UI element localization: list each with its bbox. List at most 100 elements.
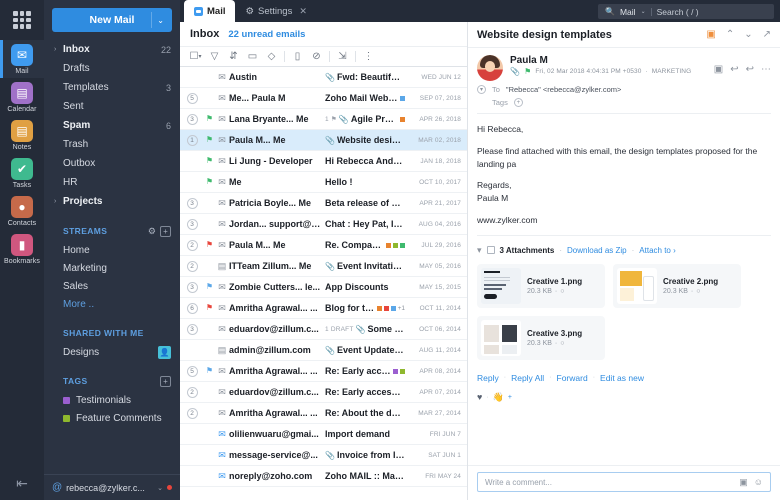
rail-item-contacts[interactable]: ● Contacts — [0, 192, 44, 230]
attachments-checkbox[interactable] — [486, 246, 495, 254]
next-message-icon[interactable]: ⌄ — [744, 29, 752, 40]
table-row[interactable]: 3 ⚑ ✉ Zombie Cutters... le... App Discounts M… — [180, 277, 467, 298]
table-row[interactable]: 3 ✉ Patricia Boyle... Me Beta release of ap… — [180, 193, 467, 214]
flag-icon[interactable]: ⚑ — [204, 241, 215, 249]
flag-icon[interactable]: ⚑ — [204, 304, 215, 312]
sidebar-item-templates[interactable]: Templates 3 — [44, 78, 180, 97]
sort-icon[interactable]: ⇵ — [224, 47, 243, 66]
flag-icon[interactable]: ⚑ — [204, 157, 215, 165]
apps-grid-icon[interactable] — [10, 8, 34, 32]
rail-item-calendar[interactable]: ▤ Calendar — [0, 78, 44, 116]
stream-item-more[interactable]: More .. — [44, 295, 180, 313]
flag-icon[interactable]: ⚑ — [524, 67, 531, 76]
chevron-down-icon[interactable]: ⌄ — [641, 8, 646, 15]
tab-mail[interactable]: Mail — [184, 0, 236, 22]
tag-item-testimonials[interactable]: Testimonials — [44, 391, 180, 409]
chevron-right-icon[interactable]: › — [54, 198, 63, 205]
close-icon[interactable]: ✕ — [299, 6, 307, 17]
new-mail-button[interactable]: New Mail ⌄ — [52, 8, 172, 32]
collapse-panel-icon[interactable]: ⇤ — [16, 475, 28, 500]
sidebar-item-inbox[interactable]: › Inbox 22 — [44, 40, 180, 59]
account-switcher[interactable]: @ rebecca@zylker.c... ⌄ — [44, 474, 180, 500]
sidebar-item-hr[interactable]: HR — [44, 173, 180, 192]
table-row[interactable]: 1⚑✉Paula M... Me 📎Website design temp... M… — [180, 130, 467, 151]
table-row[interactable]: 2⚑✉Paula M... Me Re. Comparison ... JUL 29… — [180, 235, 467, 256]
reply-all-icon[interactable]: ↩ — [746, 64, 754, 75]
select-all-checkbox[interactable]: ☐ ▾ — [186, 47, 205, 66]
table-row[interactable]: ✉message-service@... 📎Invoice from Invoic… — [180, 445, 467, 466]
attachment-download-icon[interactable]: ○ — [696, 288, 700, 295]
sidebar-item-trash[interactable]: Trash — [44, 135, 180, 154]
flag-icon[interactable]: ⚑ — [204, 136, 215, 144]
tag-icon[interactable]: ◇ — [262, 47, 281, 66]
open-in-new-window-icon[interactable]: ↗ — [763, 29, 771, 40]
stream-settings-icon[interactable]: ⚙ — [148, 226, 156, 237]
unread-count-link[interactable]: 22 unread emails — [228, 29, 305, 40]
more-options-icon[interactable]: ⋮ — [359, 47, 378, 66]
tag-item-feature-comments[interactable]: Feature Comments — [44, 409, 180, 427]
reply-button[interactable]: Reply — [477, 373, 499, 383]
stream-item-home[interactable]: Home — [44, 241, 180, 259]
table-row[interactable]: ⚑ ✉ Me Hello ! OCT 10, 2017 — [180, 172, 467, 193]
add-stream-icon[interactable]: + — [160, 225, 171, 237]
table-row[interactable]: ✉noreply@zoho.com Zoho MAIL :: Mail For..… — [180, 466, 467, 487]
flag-icon[interactable]: ⚑ — [204, 115, 215, 123]
sidebar-item-spam[interactable]: Spam 6 — [44, 116, 180, 135]
add-tag-icon[interactable]: + — [513, 98, 523, 107]
table-row[interactable]: 5 ✉ Me... Paula M Zoho Mail Webinar SEP 07, … — [180, 88, 467, 109]
reply-all-button[interactable]: Reply All — [511, 373, 544, 383]
snooze-icon[interactable]: ▣ — [714, 64, 723, 75]
table-row[interactable]: ▤admin@zillum.com 📎Event Updated - De... A… — [180, 340, 467, 361]
sidebar-item-sent[interactable]: Sent — [44, 97, 180, 116]
table-row[interactable]: 6⚑✉Amritha Agrawal... ... Blog for the Be… — [180, 298, 467, 319]
flag-icon[interactable]: ⚑ — [204, 367, 215, 375]
table-row[interactable]: 3⚑✉Lana Bryante... Me 1 ⚑📎Agile Process AP… — [180, 109, 467, 130]
tab-settings[interactable]: ⚙ Settings ✕ — [235, 0, 316, 22]
expand-details-icon[interactable]: ▾ — [477, 85, 486, 94]
previous-message-icon[interactable]: ⌃ — [726, 29, 734, 40]
attach-to-link[interactable]: Attach to › — [639, 246, 675, 255]
reply-icon[interactable]: ↩ — [730, 64, 738, 75]
table-row[interactable]: 3 ✉ Jordan... support@z... Chat : Hey Pat, … — [180, 214, 467, 235]
delete-icon[interactable]: ▯ — [288, 47, 307, 66]
table-row[interactable]: 2 ✉ Amritha Agrawal... ... Re: About the de… — [180, 403, 467, 424]
heart-reaction-icon[interactable]: ♥ — [477, 392, 482, 402]
table-row[interactable]: 3 ✉eduardov@zillum.c... 1 DRAFT📎Some snaps… — [180, 319, 467, 340]
sidebar-item-outbox[interactable]: Outbox — [44, 154, 180, 173]
spam-icon[interactable]: ⊘ — [307, 47, 326, 66]
flag-icon[interactable]: ⚑ — [204, 283, 215, 291]
sidebar-item-projects[interactable]: › Projects — [44, 192, 180, 211]
filter-icon[interactable]: ▽ — [205, 47, 224, 66]
attachment-download-icon[interactable]: ○ — [560, 288, 564, 295]
add-reaction-icon[interactable]: + — [508, 394, 512, 401]
add-tag-icon[interactable]: + — [160, 375, 171, 387]
rail-item-tasks[interactable]: ✔ Tasks — [0, 154, 44, 192]
flag-icon[interactable]: ⚑ — [204, 178, 215, 186]
table-row[interactable]: 2 ▤ITTeam Zillum... Me 📎Event Invitation -… — [180, 256, 467, 277]
attachment-card[interactable]: Creative 3.png 20.3 KB · ○ — [477, 315, 605, 360]
attachment-download-icon[interactable]: ○ — [560, 340, 564, 347]
mail-list[interactable]: ✉Austin📎Fwd: Beautiful locati...WED JUN … — [180, 67, 467, 500]
table-row[interactable]: ✉ olilienwuaru@gmai... Import demand FRI JU… — [180, 424, 467, 445]
rail-item-bookmarks[interactable]: ▮ Bookmarks — [0, 230, 44, 268]
stream-item-sales[interactable]: Sales — [44, 277, 180, 295]
unread-toggle-icon[interactable]: ▣ — [706, 29, 715, 40]
edit-as-new-button[interactable]: Edit as new — [600, 373, 644, 383]
sidebar-item-drafts[interactable]: Drafts — [44, 59, 180, 78]
stream-item-marketing[interactable]: Marketing — [44, 259, 180, 277]
table-row[interactable]: 5⚑✉Amritha Agrawal... ... Re: Early acces… — [180, 361, 467, 382]
chevron-down-icon[interactable]: ⌄ — [157, 16, 164, 25]
rail-item-mail[interactable]: ✉ Mail — [0, 40, 44, 78]
attachment-card[interactable]: Creative 2.png 20.3 KB · ○ — [613, 263, 741, 308]
search-scope-label[interactable]: Mail — [620, 7, 636, 17]
chevron-right-icon[interactable]: › — [54, 46, 63, 53]
shared-item-designs[interactable]: Designs 👤 — [44, 343, 180, 361]
search-input[interactable]: 🔍 Mail ⌄ Search ( / ) — [598, 4, 774, 19]
more-actions-icon[interactable]: ⋯ — [761, 64, 771, 75]
table-row[interactable]: ⚑✉Li Jung - Developer Hi Rebecca Anderson… — [180, 151, 467, 172]
rail-item-notes[interactable]: ▤ Notes — [0, 116, 44, 154]
table-row[interactable]: 2 ✉ eduardov@zillum.c... Re: Early access t… — [180, 382, 467, 403]
folder-move-icon[interactable]: ▭ — [243, 47, 262, 66]
emoji-icon[interactable]: ☺ — [754, 477, 763, 487]
chevron-down-icon[interactable]: ⌄ — [157, 484, 163, 492]
